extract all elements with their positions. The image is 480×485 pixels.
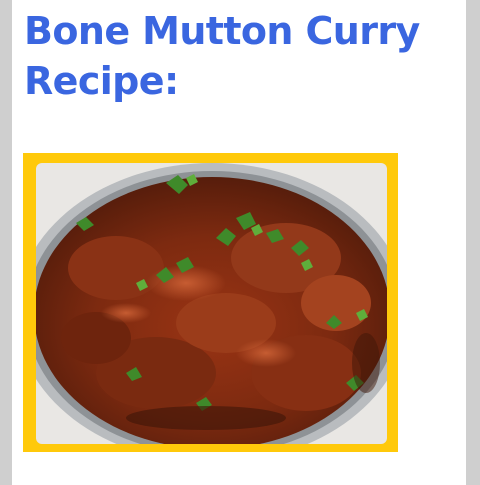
recipe-title: Bone Mutton Curry Recipe: <box>24 9 420 103</box>
article-page: Bone Mutton Curry Recipe: <box>12 0 466 485</box>
mutton-curry-photo <box>36 163 387 444</box>
recipe-photo-frame <box>23 153 398 452</box>
